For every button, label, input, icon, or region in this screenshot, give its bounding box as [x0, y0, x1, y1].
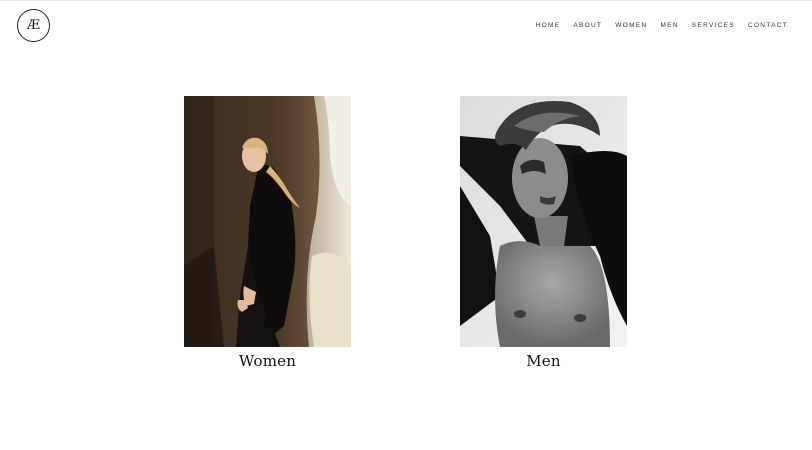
shirtless-man-bw-photo	[460, 96, 627, 347]
woman-in-black-outfit-photo	[184, 96, 351, 347]
nav-women-link[interactable]: WOMEN	[615, 22, 647, 29]
top-divider	[0, 0, 812, 1]
site-logo[interactable]: Æ	[17, 9, 50, 42]
women-caption: Women	[238, 352, 297, 370]
nav-about-link[interactable]: ABOUT	[573, 22, 602, 29]
men-caption: Men	[526, 352, 561, 370]
logo-monogram: Æ	[26, 18, 40, 33]
main-nav: HOME ABOUT WOMEN MEN SERVICES CONTACT	[536, 22, 788, 29]
nav-contact-link[interactable]: CONTACT	[748, 22, 788, 29]
nav-services-link[interactable]: SERVICES	[692, 22, 735, 29]
men-category-tile[interactable]: Men	[460, 96, 627, 370]
nav-home-link[interactable]: HOME	[536, 22, 561, 29]
nav-men-link[interactable]: MEN	[660, 22, 678, 29]
women-category-tile[interactable]: Women	[184, 96, 351, 370]
men-photo[interactable]	[460, 96, 627, 347]
women-photo[interactable]	[184, 96, 351, 347]
